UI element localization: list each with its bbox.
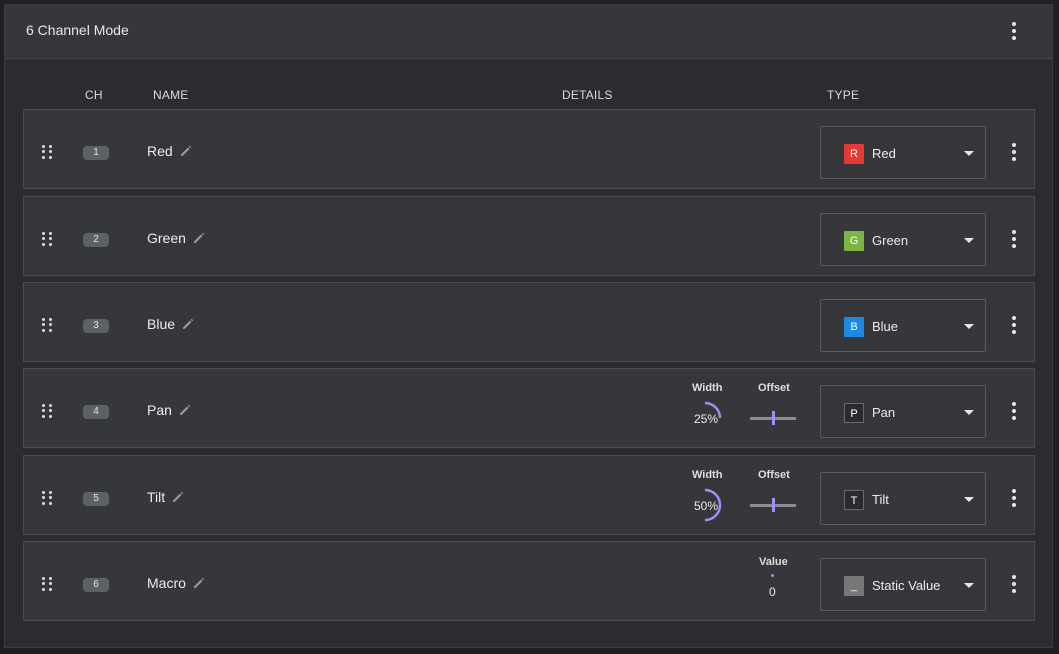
channel-name: Blue xyxy=(147,316,195,332)
panel-title: 6 Channel Mode xyxy=(26,22,129,38)
channel-name-label: Macro xyxy=(147,575,186,591)
caret-down-icon xyxy=(964,583,974,588)
type-dropdown[interactable]: T Tilt xyxy=(820,472,986,525)
more-vert-icon[interactable] xyxy=(1004,399,1024,423)
drag-handle-icon[interactable] xyxy=(42,145,52,159)
column-header-ch: CH xyxy=(85,88,103,102)
type-dropdown[interactable]: P Pan xyxy=(820,385,986,438)
panel-header: 6 Channel Mode xyxy=(5,5,1052,59)
offset-label: Offset xyxy=(758,469,790,481)
channel-name-label: Red xyxy=(147,143,173,159)
width-value: 50% xyxy=(694,499,719,513)
channel-number-badge: 4 xyxy=(83,405,109,419)
more-vert-icon[interactable] xyxy=(1004,227,1024,251)
drag-handle-icon[interactable] xyxy=(42,232,52,246)
type-chip-icon: G xyxy=(844,231,864,251)
caret-down-icon xyxy=(964,324,974,329)
channel-mode-panel: 6 Channel Mode CH NAME DETAILS TYPE 1 Red… xyxy=(4,4,1053,648)
channel-number-badge: 2 xyxy=(83,233,109,247)
column-header-type: TYPE xyxy=(827,88,860,102)
type-label: Green xyxy=(872,233,909,248)
column-header-name: NAME xyxy=(153,88,189,102)
width-label: Width xyxy=(692,382,723,394)
offset-slider-thumb[interactable] xyxy=(772,498,775,512)
type-chip-icon: _ xyxy=(844,576,864,596)
type-chip-icon: R xyxy=(844,144,864,164)
offset-label: Offset xyxy=(758,382,790,394)
type-chip-icon: P xyxy=(844,403,864,423)
type-dropdown[interactable]: G Green xyxy=(820,213,986,266)
pencil-icon[interactable] xyxy=(178,403,192,417)
more-vert-icon[interactable] xyxy=(1004,19,1024,43)
channel-row: 1 Red R Red xyxy=(23,109,1035,189)
pencil-icon[interactable] xyxy=(192,576,206,590)
more-vert-icon[interactable] xyxy=(1004,140,1024,164)
channel-row: 4 Pan Width 25% Offset P Pan xyxy=(23,368,1035,448)
caret-down-icon xyxy=(964,238,974,243)
type-dropdown[interactable]: _ Static Value xyxy=(820,558,986,611)
column-header-details: DETAILS xyxy=(562,88,613,102)
pencil-icon[interactable] xyxy=(192,231,206,245)
channel-name: Tilt xyxy=(147,489,185,505)
caret-down-icon xyxy=(964,151,974,156)
channel-row: 3 Blue B Blue xyxy=(23,282,1035,362)
type-dropdown[interactable]: R Red xyxy=(820,126,986,179)
type-chip-icon: T xyxy=(844,490,864,510)
channel-name-label: Blue xyxy=(147,316,176,332)
channel-row: 2 Green G Green xyxy=(23,196,1035,276)
pencil-icon[interactable] xyxy=(179,144,193,158)
channel-row: 5 Tilt Width 50% Offset T Tilt xyxy=(23,455,1035,535)
value-indicator xyxy=(771,574,774,577)
channel-number-badge: 5 xyxy=(83,492,109,506)
pencil-icon[interactable] xyxy=(181,317,195,331)
channel-name-label: Green xyxy=(147,230,186,246)
width-label: Width xyxy=(692,469,723,481)
channel-name: Macro xyxy=(147,575,206,591)
value-label: Value xyxy=(759,556,788,568)
channel-number-badge: 1 xyxy=(83,146,109,160)
value-readout: 0 xyxy=(769,585,776,599)
channel-number-badge: 6 xyxy=(83,578,109,592)
channel-name: Green xyxy=(147,230,206,246)
more-vert-icon[interactable] xyxy=(1004,572,1024,596)
type-dropdown[interactable]: B Blue xyxy=(820,299,986,352)
more-vert-icon[interactable] xyxy=(1004,313,1024,337)
channel-name: Pan xyxy=(147,402,192,418)
type-label: Red xyxy=(872,146,896,161)
drag-handle-icon[interactable] xyxy=(42,577,52,591)
type-chip-icon: B xyxy=(844,317,864,337)
type-label: Pan xyxy=(872,405,896,420)
type-label: Static Value xyxy=(872,578,941,593)
more-vert-icon[interactable] xyxy=(1004,486,1024,510)
caret-down-icon xyxy=(964,497,974,502)
channel-name-label: Tilt xyxy=(147,489,166,505)
caret-down-icon xyxy=(964,410,974,415)
width-value: 25% xyxy=(694,412,719,426)
channel-name-label: Pan xyxy=(147,402,172,418)
channel-number-badge: 3 xyxy=(83,319,109,333)
type-label: Tilt xyxy=(872,492,889,507)
type-label: Blue xyxy=(872,319,899,334)
drag-handle-icon[interactable] xyxy=(42,491,52,505)
drag-handle-icon[interactable] xyxy=(42,404,52,418)
channel-name: Red xyxy=(147,143,193,159)
pencil-icon[interactable] xyxy=(171,490,185,504)
offset-slider-thumb[interactable] xyxy=(772,411,775,425)
channel-row: 6 Macro Value 0 _ Static Value xyxy=(23,541,1035,621)
drag-handle-icon[interactable] xyxy=(42,318,52,332)
